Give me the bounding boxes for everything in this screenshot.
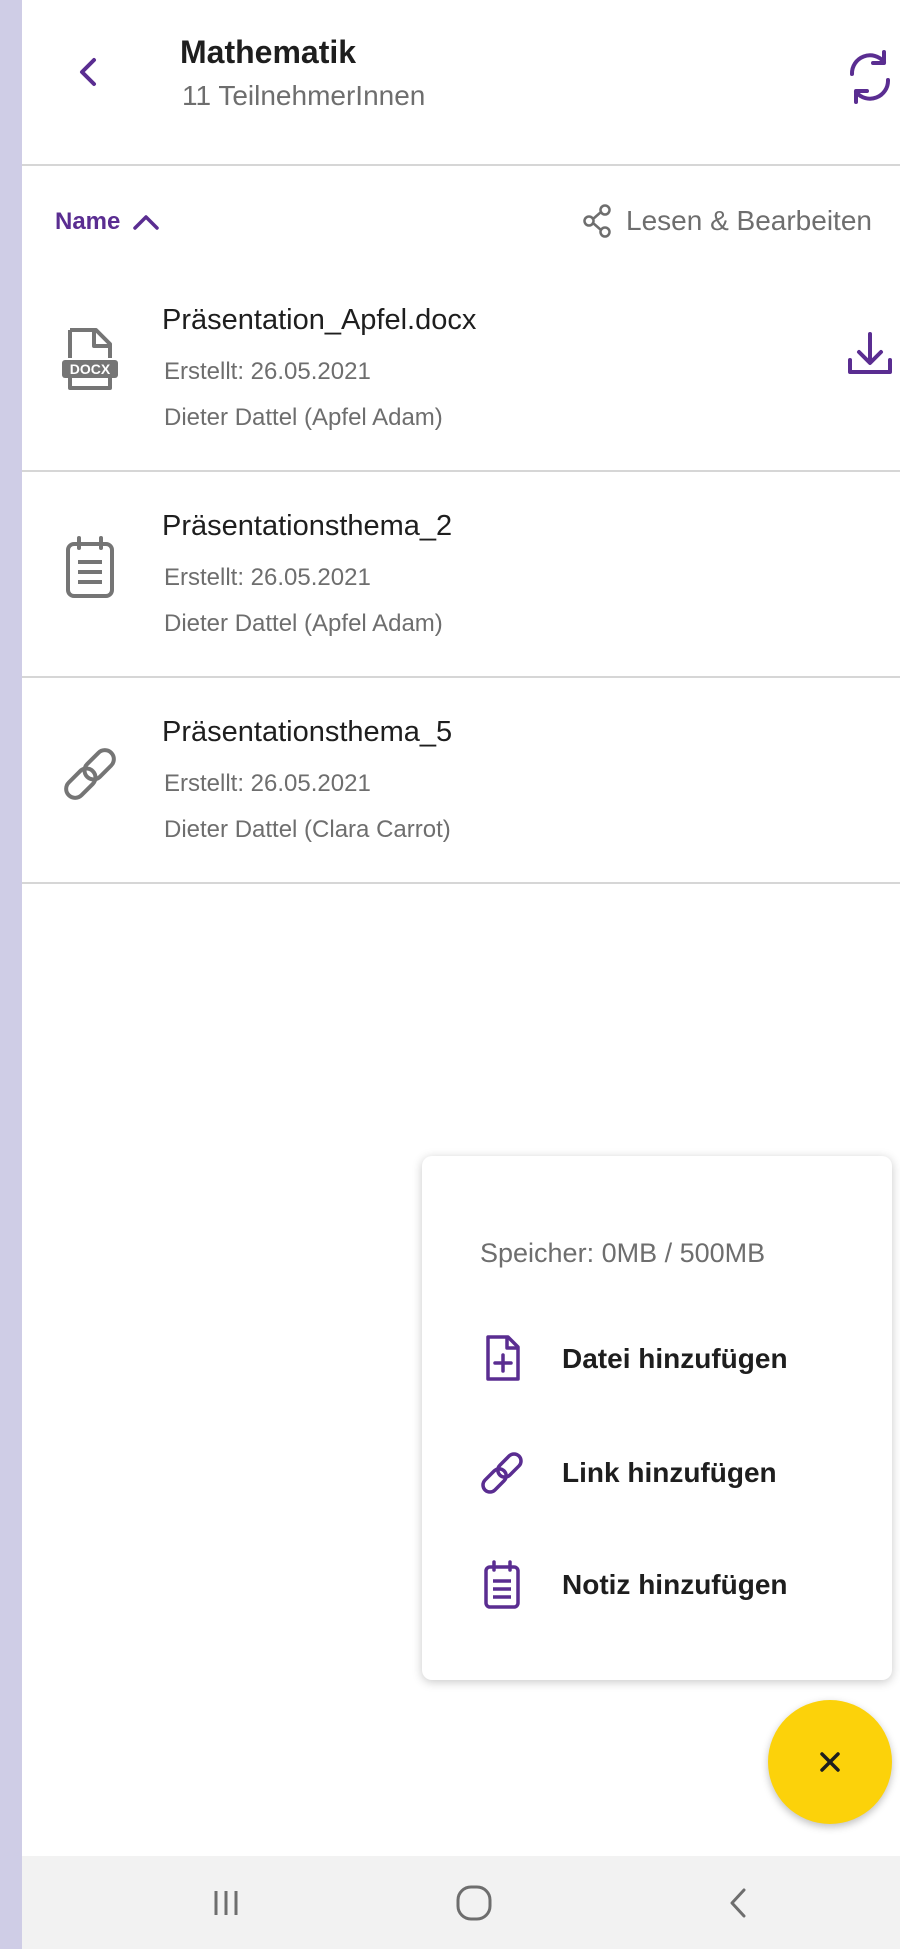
add-file-label: Datei hinzufügen [562,1343,788,1374]
permission-indicator[interactable]: Lesen & Bearbeiten [582,204,872,238]
file-name: Präsentationsthema_2 [162,510,453,542]
file-name: Präsentation_Apfel.docx [162,304,477,336]
file-author: Dieter Dattel (Apfel Adam) [164,610,443,637]
back-button[interactable] [66,50,110,94]
sort-by-name-button[interactable]: Name [55,208,160,236]
app-screen: Mathematik 11 TeilnehmerInnen Name Lesen… [22,0,900,1949]
file-author: Dieter Dattel (Apfel Adam) [164,404,443,431]
close-menu-fab[interactable] [768,1700,892,1824]
add-link-menu-item[interactable]: Link hinzufügen [472,1438,872,1508]
add-file-icon [472,1329,532,1389]
app-header: Mathematik 11 TeilnehmerInnen [22,0,900,166]
close-icon [820,1752,840,1772]
docx-file-icon: DOCX [58,322,122,402]
file-row[interactable]: DOCX Präsentation_Apfel.docx Erstellt: 2… [22,266,900,472]
system-back-button[interactable] [708,1878,768,1928]
link-icon [58,734,122,814]
file-created-date: Erstellt: 26.05.2021 [164,358,371,385]
home-icon [456,1885,492,1921]
add-link-label: Link hinzufügen [562,1457,777,1488]
note-icon [58,528,122,608]
file-row[interactable]: Präsentationsthema_5 Erstellt: 26.05.202… [22,678,900,884]
link-icon [472,1443,532,1503]
page-title: Mathematik [180,34,357,70]
storage-usage: Speicher: 0MB / 500MB [480,1238,766,1268]
permission-label: Lesen & Bearbeiten [626,205,872,236]
participant-count: 11 TeilnehmerInnen [182,80,426,111]
recent-apps-icon [214,1891,238,1915]
system-navigation-bar [22,1856,900,1949]
chevron-up-icon [133,215,160,230]
download-button[interactable] [840,326,900,386]
download-icon [848,332,892,374]
svg-text:DOCX: DOCX [70,361,111,377]
home-button[interactable] [444,1878,504,1928]
sync-icon [849,50,891,104]
add-menu: Speicher: 0MB / 500MB Datei hinzufügen L… [422,1156,892,1680]
sort-label: Name [55,208,121,235]
sort-bar: Name Lesen & Bearbeiten [22,196,900,252]
sync-button[interactable] [840,46,900,106]
file-name: Präsentationsthema_5 [162,716,453,748]
file-author: Dieter Dattel (Clara Carrot) [164,816,451,843]
share-icon [583,204,611,238]
chevron-left-icon [80,58,96,86]
file-row[interactable]: Präsentationsthema_2 Erstellt: 26.05.202… [22,472,900,678]
file-created-date: Erstellt: 26.05.2021 [164,770,371,797]
back-icon [730,1888,746,1918]
add-note-menu-item[interactable]: Notiz hinzufügen [472,1550,872,1620]
add-file-menu-item[interactable]: Datei hinzufügen [472,1324,872,1394]
note-icon [472,1555,532,1615]
add-note-label: Notiz hinzufügen [562,1569,788,1600]
file-created-date: Erstellt: 26.05.2021 [164,564,371,591]
file-list: DOCX Präsentation_Apfel.docx Erstellt: 2… [22,266,900,884]
recent-apps-button[interactable] [196,1878,256,1928]
